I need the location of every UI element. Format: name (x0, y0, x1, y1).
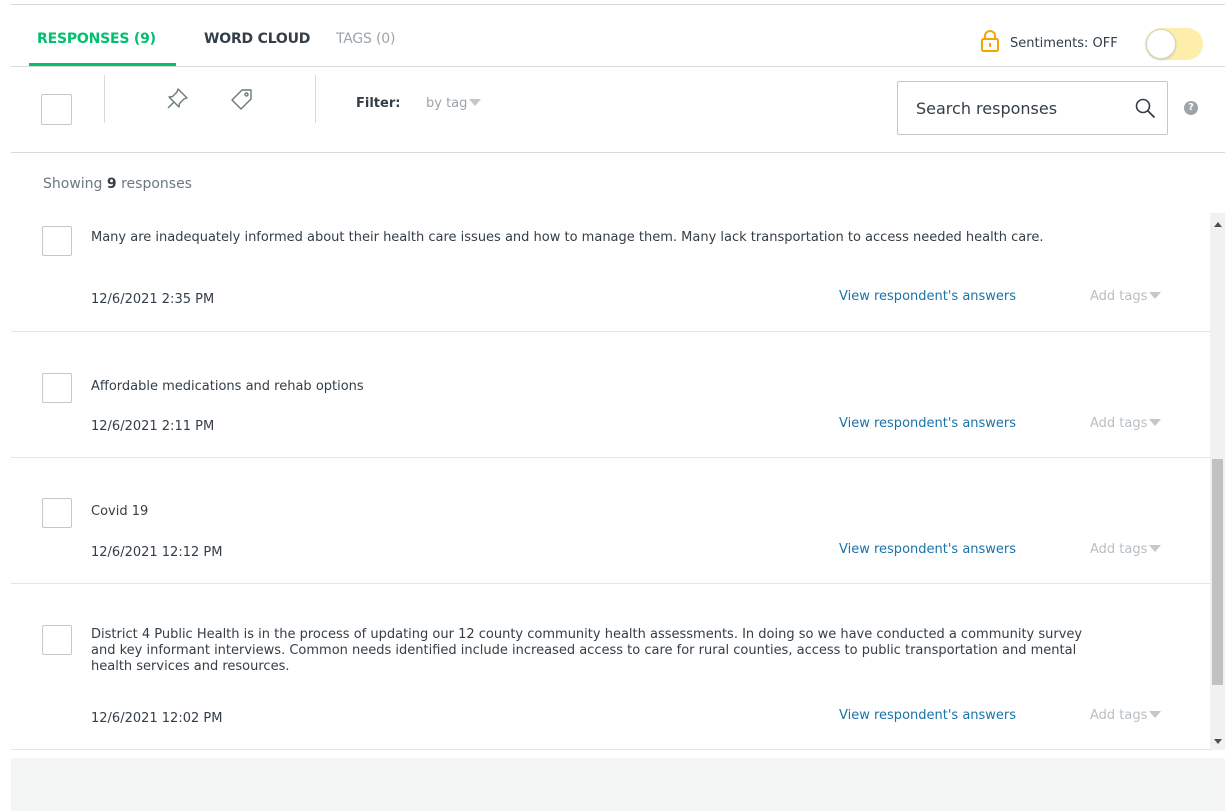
lock-icon (981, 30, 999, 52)
response-checkbox[interactable] (42, 373, 72, 403)
tab-tags[interactable]: TAGS (0) (336, 31, 395, 47)
response-checkbox[interactable] (42, 625, 72, 655)
response-row: District 4 Public Health is in the proce… (11, 584, 1211, 750)
filter-value: by tag (426, 96, 468, 111)
filter-by-tag-dropdown[interactable]: by tag (426, 96, 482, 111)
response-text: Covid 19 (91, 504, 149, 519)
select-all-checkbox[interactable] (41, 94, 72, 125)
add-tags-dropdown[interactable]: Add tags (1090, 289, 1162, 304)
showing-prefix: Showing (43, 176, 103, 192)
toolbar: Filter: by tag ? (0, 67, 1225, 153)
scroll-down-arrow-icon[interactable] (1214, 739, 1222, 744)
view-respondent-answers-link[interactable]: View respondent's answers (839, 708, 1016, 723)
toolbar-divider (11, 152, 1225, 153)
response-date: 12/6/2021 2:35 PM (91, 292, 215, 307)
add-tags-label: Add tags (1090, 289, 1148, 304)
response-row: Affordable medications and rehab options… (11, 332, 1211, 458)
filter-label: Filter: (356, 96, 401, 111)
caret-down-icon (1149, 545, 1162, 552)
pin-icon[interactable] (164, 86, 190, 112)
tab-bar: RESPONSES (9) WORD CLOUD TAGS (0) Sentim… (0, 0, 1225, 67)
tab-word-cloud[interactable]: WORD CLOUD (204, 31, 310, 47)
caret-down-icon (1149, 711, 1162, 718)
response-row: Many are inadequately informed about the… (11, 213, 1211, 332)
add-tags-label: Add tags (1090, 416, 1148, 431)
sentiments-label: Sentiments: OFF (1010, 36, 1118, 51)
response-list: Many are inadequately informed about the… (11, 213, 1211, 750)
scroll-up-arrow-icon[interactable] (1214, 222, 1222, 227)
response-date: 12/6/2021 12:02 PM (91, 711, 223, 726)
response-row: Covid 19 12/6/2021 12:12 PM View respond… (11, 458, 1211, 584)
add-tags-label: Add tags (1090, 542, 1148, 557)
response-date: 12/6/2021 12:12 PM (91, 545, 223, 560)
response-text: Many are inadequately informed about the… (91, 230, 1044, 245)
showing-number: 9 (106, 176, 117, 192)
response-text: District 4 Public Health is in the proce… (91, 627, 1083, 674)
showing-count: Showing 9 responses (43, 176, 192, 192)
search-icon[interactable] (1134, 97, 1156, 119)
tab-responses[interactable]: RESPONSES (9) (37, 31, 156, 47)
response-checkbox[interactable] (42, 498, 72, 528)
add-tags-dropdown[interactable]: Add tags (1090, 542, 1162, 557)
showing-suffix: responses (121, 176, 192, 192)
caret-down-icon (1149, 419, 1162, 426)
toolbar-separator (315, 75, 316, 123)
help-icon[interactable]: ? (1184, 101, 1198, 115)
view-respondent-answers-link[interactable]: View respondent's answers (839, 289, 1016, 304)
search-input[interactable] (899, 83, 1125, 133)
response-checkbox[interactable] (42, 226, 72, 256)
add-tags-dropdown[interactable]: Add tags (1090, 708, 1162, 723)
list-scrollbar[interactable] (1210, 213, 1225, 750)
response-date: 12/6/2021 2:11 PM (91, 419, 215, 434)
footer-bar (11, 758, 1225, 811)
toggle-knob[interactable] (1146, 29, 1176, 59)
add-tags-label: Add tags (1090, 708, 1148, 723)
toolbar-separator (104, 75, 105, 123)
sentiments-toggle[interactable] (1145, 28, 1203, 60)
view-respondent-answers-link[interactable]: View respondent's answers (839, 542, 1016, 557)
scroll-thumb[interactable] (1212, 459, 1223, 685)
view-respondent-answers-link[interactable]: View respondent's answers (839, 416, 1016, 431)
caret-down-icon (1149, 292, 1162, 299)
response-text: Affordable medications and rehab options (91, 379, 364, 394)
search-box (897, 81, 1168, 135)
caret-down-icon (469, 99, 482, 106)
tag-icon[interactable] (229, 86, 255, 112)
add-tags-dropdown[interactable]: Add tags (1090, 416, 1162, 431)
